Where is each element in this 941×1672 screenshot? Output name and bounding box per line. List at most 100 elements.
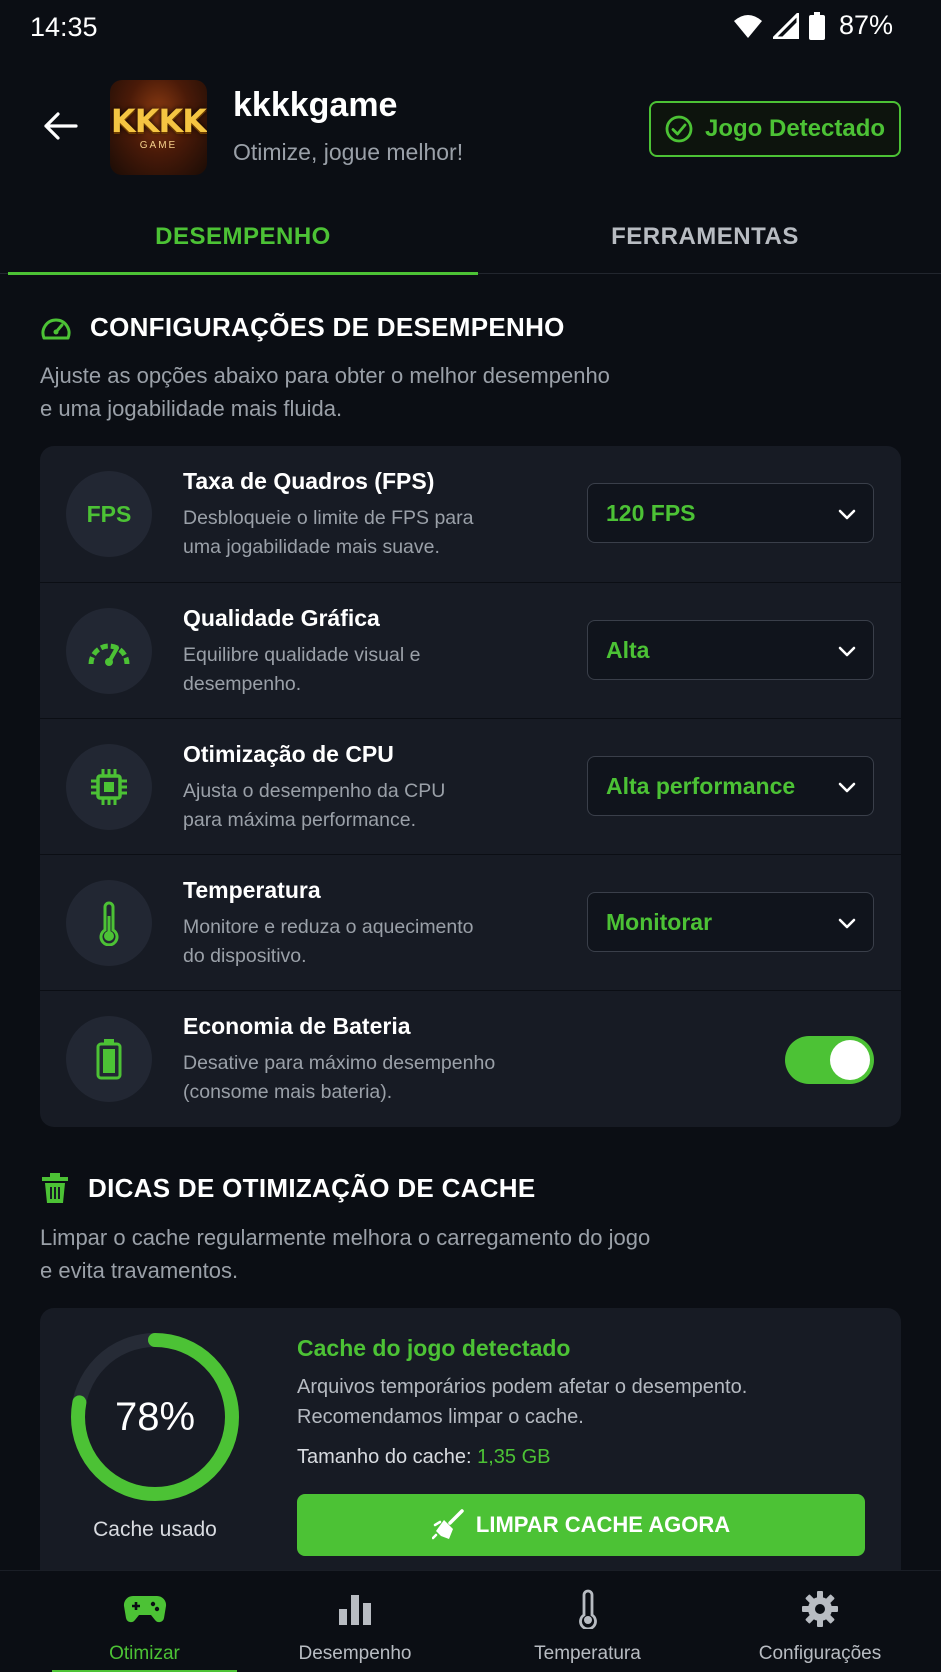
tab-bar: DESEMPENHO FERRAMENTAS [0,200,941,275]
clean-cache-label: LIMPAR CACHE AGORA [475,1512,731,1537]
logo-text: KKKK [110,101,207,140]
cache-section-title: DICAS DE OTIMIZAÇÃO DE CACHE [88,1172,536,1203]
setting-description: Equilibre qualidade visual e desempenho. [183,641,543,699]
logo-subtext: GAME [139,139,178,151]
bar-chart-icon [337,1589,373,1629]
nav-item-configuracoes[interactable]: Configurações [735,1571,905,1672]
status-time: 14:35 [30,12,98,42]
gauge-icon [41,318,71,339]
cache-section-description: Limpar o cache regularmente melhora o ca… [40,1221,720,1287]
trash-icon [42,1173,68,1203]
cpu-optimization-select[interactable]: Alta performance [587,756,874,816]
setting-title: Economia de Bateria [183,1013,411,1039]
tab-ferramentas[interactable]: FERRAMENTAS [470,200,940,274]
cache-section-header: DICAS DE OTIMIZAÇÃO DE CACHE [40,1172,536,1204]
cache-size: Tamanho do cache: 1,35 GB [297,1446,551,1469]
setting-row-cpu: Otimização de CPU Ajusta o desempenho da… [40,718,901,854]
bottom-navigation: Otimizar Desempenho Temperatura Configur… [0,1570,941,1672]
performance-section-title: CONFIGURAÇÕES DE DESEMPENHO [90,312,565,342]
setting-row-fps: FPS Taxa de Quadros (FPS) Desbloqueie o … [40,446,901,582]
temperature-select[interactable]: Monitorar [587,892,874,952]
chevron-down-icon [838,918,856,929]
fps-icon: FPS [66,471,152,557]
game-detected-badge: Jogo Detectado [649,101,901,157]
setting-desc-line: Desative para máximo desempenho [183,1052,496,1074]
cpu-icon [66,744,152,830]
tab-desempenho[interactable]: DESEMPENHO [8,200,478,275]
setting-description: Desbloqueie o limite de FPS para uma jog… [183,504,543,562]
graphics-quality-select[interactable]: Alta [587,620,874,680]
cache-detected-desc-line: Recomendamos limpar o cache. [297,1406,584,1428]
performance-section-description: Ajuste as opções abaixo para obter o mel… [40,359,720,425]
nav-label: Configurações [758,1643,882,1664]
app-logo: KKKK GAME [110,80,207,175]
setting-row-graphics: Qualidade Gráfica Equilibre qualidade vi… [40,582,901,718]
setting-desc-line: uma jogabilidade mais suave. [183,536,440,558]
setting-desc-line: (consome mais bateria). [183,1081,393,1103]
battery-icon [66,1016,152,1102]
setting-row-temperature: Temperatura Monitore e reduza o aquecime… [40,854,901,990]
fps-icon-text: FPS [86,500,132,527]
gear-icon [801,1589,839,1629]
nav-label: Desempenho [298,1643,412,1664]
battery-percent: 87% [838,10,893,40]
thermometer-icon [577,1589,599,1629]
toggle-knob [830,1040,870,1080]
gamepad-icon [123,1589,167,1629]
cache-desc-line-1: Limpar o cache regularmente melhora o ca… [40,1225,651,1250]
setting-description: Desative para máximo desempenho (consome… [183,1049,543,1107]
broom-icon [431,1509,464,1540]
cache-card: 78% Cache usado Cache do jogo detectado … [40,1308,901,1570]
cache-usage-label: Cache usado [93,1518,217,1541]
setting-row-battery-saver: Economia de Bateria Desative para máximo… [40,990,901,1126]
chevron-down-icon [838,646,856,657]
setting-desc-line: Monitore e reduza o aquecimento [183,916,474,938]
battery-status-icon [808,11,825,40]
cache-usage-percent: 78% [114,1394,196,1439]
cpu-optimization-select-value: Alta performance [606,772,796,799]
nav-label: Otimizar [109,1643,180,1664]
performance-desc-line-1: Ajuste as opções abaixo para obter o mel… [40,363,610,388]
wifi-icon [733,14,762,38]
setting-description: Ajusta o desempenho da CPU para máxima p… [183,777,543,835]
battery-saver-toggle[interactable] [785,1036,874,1084]
graphics-quality-select-value: Alta [606,636,650,663]
status-icons: 87% [733,10,893,41]
check-circle-icon [665,115,693,143]
cache-size-value: 1,35 GB [477,1446,551,1468]
app-tagline: Otimize, jogue melhor! [233,139,464,165]
cache-size-label: Tamanho do cache: [297,1446,472,1468]
cache-detected-desc-line: Arquivos temporários podem afetar o dese… [297,1376,748,1398]
setting-desc-line: do dispositivo. [183,945,307,967]
cache-detected-description: Arquivos temporários podem afetar o dese… [297,1372,837,1432]
performance-section-header: CONFIGURAÇÕES DE DESEMPENHO [40,312,565,343]
cache-desc-line-2: e evita travamentos. [40,1258,239,1283]
nav-item-desempenho[interactable]: Desempenho [270,1571,440,1672]
arrow-left-icon [44,112,78,140]
setting-title: Qualidade Gráfica [183,605,380,631]
setting-desc-line: Ajusta o desempenho da CPU [183,780,446,802]
nav-item-temperatura[interactable]: Temperatura [500,1571,675,1672]
nav-item-otimizar[interactable]: Otimizar [52,1571,237,1672]
settings-card: FPS Taxa de Quadros (FPS) Desbloqueie o … [40,446,901,1127]
fps-select[interactable]: 120 FPS [587,483,874,543]
temperature-select-value: Monitorar [606,908,713,935]
game-detected-label: Jogo Detectado [704,115,886,142]
setting-desc-line: para máxima performance. [183,809,417,831]
app-title: kkkkgame [233,86,398,124]
chevron-down-icon [838,782,856,793]
signal-icon [772,12,799,39]
setting-title: Taxa de Quadros (FPS) [183,468,435,494]
setting-description: Monitore e reduza o aquecimento do dispo… [183,913,543,971]
clean-cache-button[interactable]: LIMPAR CACHE AGORA [297,1494,865,1556]
setting-title: Otimização de CPU [183,741,394,767]
nav-label: Temperatura [534,1643,641,1664]
cache-detected-title: Cache do jogo detectado [297,1335,571,1361]
setting-desc-line: desempenho. [183,673,302,695]
fps-select-value: 120 FPS [606,499,696,526]
setting-desc-line: Desbloqueie o limite de FPS para [183,507,474,529]
back-button[interactable] [36,102,84,150]
speedometer-icon [66,608,152,694]
performance-desc-line-2: e uma jogabilidade mais fluida. [40,396,343,421]
status-bar: 14:35 87% [0,0,941,56]
